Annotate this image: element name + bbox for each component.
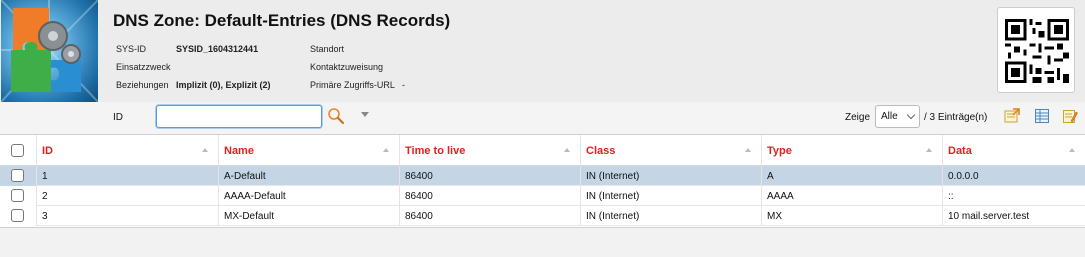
table-row[interactable]: 2 AAAA-Default 86400 IN (Internet) AAAA … (0, 186, 1085, 206)
column-header-data[interactable]: Data (942, 135, 1085, 165)
cell-name: A-Default (218, 166, 399, 186)
search-input[interactable] (156, 105, 322, 128)
entry-count: / 3 Einträge(n) (924, 112, 988, 123)
sort-arrow-icon[interactable] (383, 148, 389, 152)
table-header-row: ID Name Time to live Class Type Data (0, 135, 1085, 166)
einsatzzweck-label: Einsatzzweck (116, 62, 171, 72)
cell-type: A (761, 166, 942, 186)
qr-code-icon[interactable] (997, 7, 1075, 93)
cell-data: :: (942, 186, 1085, 206)
cell-name: MX-Default (218, 206, 399, 226)
row-checkbox[interactable] (11, 169, 24, 182)
chevron-down-icon (906, 110, 916, 120)
cell-class: IN (Internet) (580, 166, 761, 186)
cell-ttl: 86400 (399, 186, 580, 206)
sort-arrow-icon[interactable] (745, 148, 751, 152)
puzzle-logo-icon (1, 0, 98, 102)
cell-class: IN (Internet) (580, 186, 761, 206)
zeige-label: Zeige (845, 112, 871, 123)
page-size-value: Alle (881, 111, 898, 122)
table-row[interactable]: 3 MX-Default 86400 IN (Internet) MX 10 m… (0, 206, 1085, 226)
zugriffs-url-value: - (402, 80, 405, 90)
standort-label: Standort (310, 44, 345, 54)
cell-class: IN (Internet) (580, 206, 761, 226)
column-header-ttl[interactable]: Time to live (399, 135, 580, 165)
sysid-value: SYSID_1604312441 (176, 44, 259, 54)
sysid-label: SYS-ID (116, 44, 147, 54)
select-all-checkbox[interactable] (11, 144, 24, 157)
page-title: DNS Zone: Default-Entries (DNS Records) (113, 11, 451, 30)
beziehungen-label: Beziehungen (116, 80, 169, 90)
cell-id: 3 (36, 206, 218, 226)
page-header: DNS Zone: Default-Entries (DNS Records) … (0, 0, 1085, 102)
column-header-class[interactable]: Class (580, 135, 761, 165)
magnifier-icon[interactable] (327, 107, 345, 128)
sort-arrow-icon[interactable] (926, 148, 932, 152)
cell-id: 2 (36, 186, 218, 206)
sort-arrow-icon[interactable] (202, 148, 208, 152)
cell-name: AAAA-Default (218, 186, 399, 206)
id-filter-label: ID (113, 112, 123, 123)
cell-data: 0.0.0.0 (942, 166, 1085, 186)
cell-ttl: 86400 (399, 166, 580, 186)
cell-ttl: 86400 (399, 206, 580, 226)
export-icon[interactable] (1004, 108, 1020, 124)
cell-id: 1 (36, 166, 218, 186)
column-header-name[interactable]: Name (218, 135, 399, 165)
zugriffs-url-label: Primäre Zugriffs-URL (310, 80, 395, 90)
dns-records-table: ID Name Time to live Class Type Data 1 A… (0, 134, 1085, 228)
edit-list-icon[interactable] (1062, 108, 1078, 124)
sort-arrow-icon[interactable] (1069, 148, 1075, 152)
column-header-id[interactable]: ID (36, 135, 218, 165)
beziehungen-value[interactable]: Implizit (0), Explizit (2) (176, 80, 271, 90)
cell-type: AAAA (761, 186, 942, 206)
row-checkbox[interactable] (11, 189, 24, 202)
column-header-type[interactable]: Type (761, 135, 942, 165)
table-row[interactable]: 1 A-Default 86400 IN (Internet) A 0.0.0.… (0, 166, 1085, 186)
page-size-select[interactable]: Alle (875, 105, 920, 128)
cell-type: MX (761, 206, 942, 226)
dropdown-arrow-icon[interactable] (361, 112, 369, 117)
kontaktzuweisung-label: Kontaktzuweisung (310, 62, 384, 72)
table-view-icon[interactable] (1034, 108, 1050, 124)
cell-data: 10 mail.server.test (942, 206, 1085, 226)
sort-arrow-icon[interactable] (564, 148, 570, 152)
row-checkbox[interactable] (11, 209, 24, 222)
